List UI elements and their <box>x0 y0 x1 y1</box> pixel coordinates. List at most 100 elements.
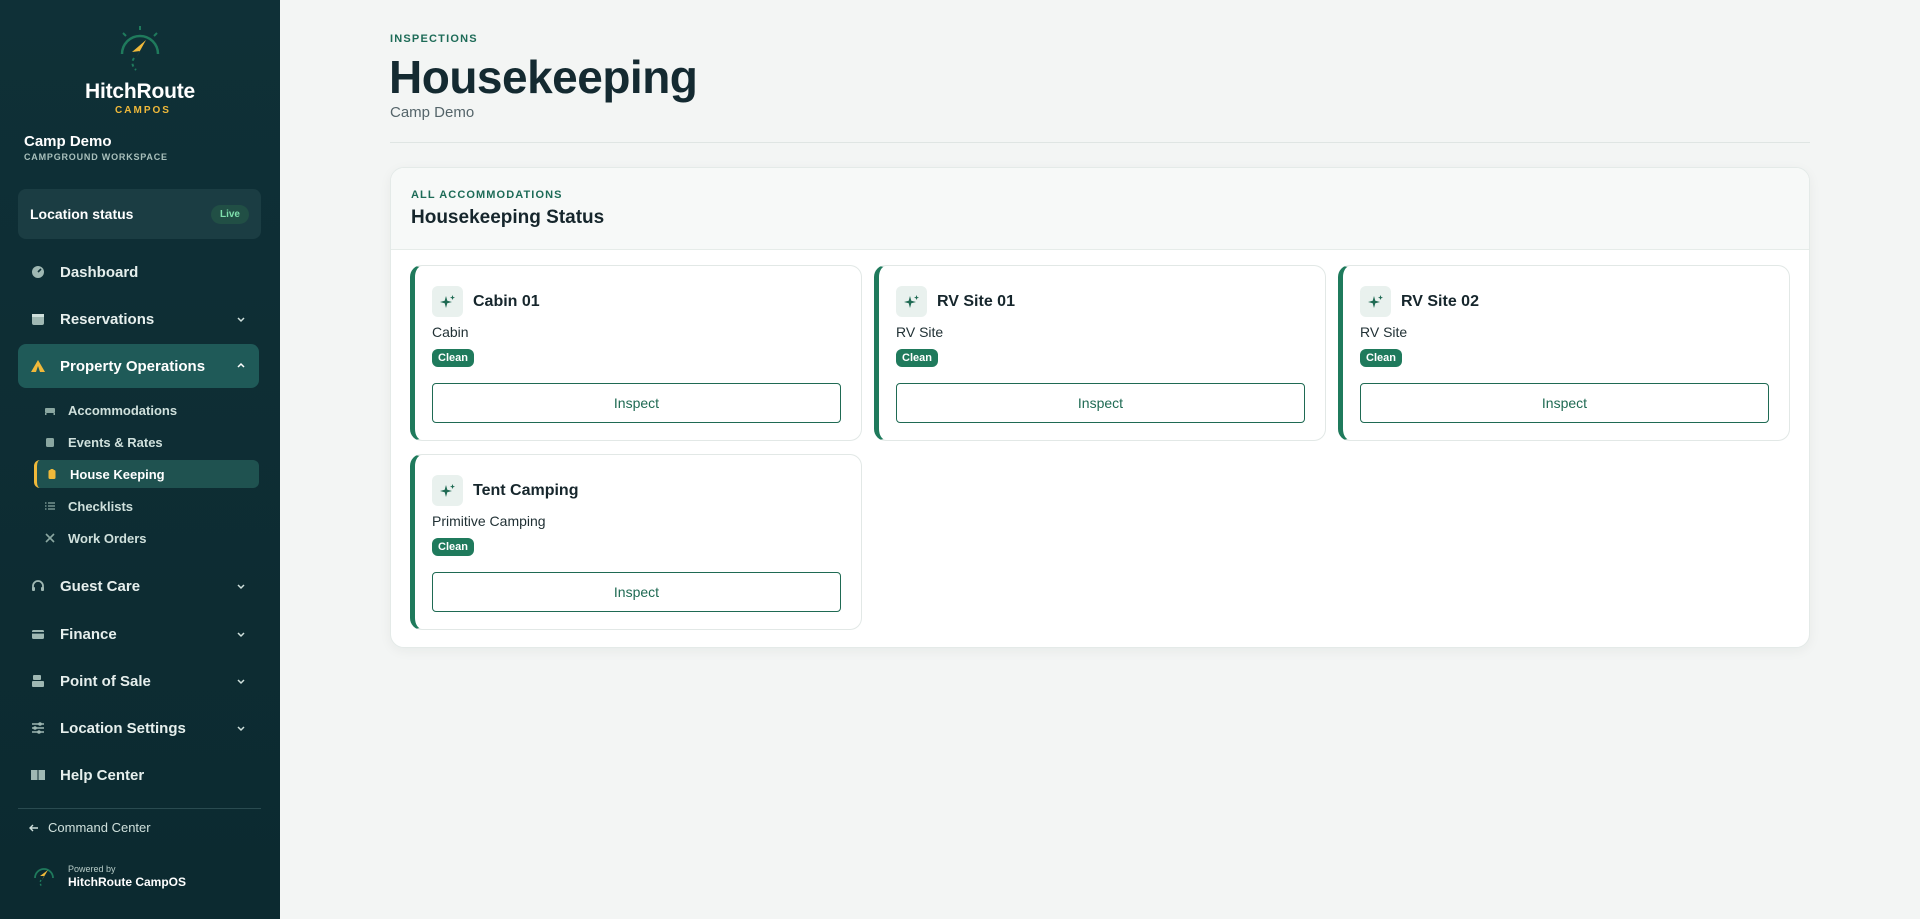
subnav-checklists[interactable]: Checklists <box>34 492 259 520</box>
powered-by-label: Powered by <box>68 863 116 874</box>
workspace-subtitle: CAMPGROUND WORKSPACE <box>24 152 168 162</box>
card-title: RV Site 02 <box>1401 292 1479 310</box>
nav-finance[interactable]: Finance <box>18 612 259 656</box>
command-center-label: Command Center <box>48 820 151 835</box>
card-type: Cabin <box>432 324 469 340</box>
nav-guest-care[interactable]: Guest Care <box>18 564 259 608</box>
wallet-icon <box>30 626 46 642</box>
compass-logo-icon <box>120 26 160 71</box>
housekeeping-panel: ALL ACCOMMODATIONS Housekeeping Status C… <box>390 167 1810 648</box>
nav-dashboard[interactable]: Dashboard <box>18 250 259 294</box>
chevron-down-icon <box>235 580 247 592</box>
status-badge: Clean <box>432 538 474 556</box>
accommodation-card: RV Site 02 RV Site Clean Inspect <box>1338 265 1790 441</box>
nav-reservations-label: Reservations <box>60 310 155 328</box>
book-icon <box>30 767 46 783</box>
sparkle-icon <box>1360 286 1391 317</box>
card-title: RV Site 01 <box>937 292 1015 310</box>
nav-finance-label: Finance <box>60 625 117 643</box>
chevron-down-icon <box>235 722 247 734</box>
card-header: RV Site 01 <box>896 286 1015 317</box>
nav-point-of-sale[interactable]: Point of Sale <box>18 659 259 703</box>
page-title: Housekeeping <box>389 51 698 103</box>
subnav-work-orders-label: Work Orders <box>68 530 147 546</box>
bed-icon <box>44 404 56 416</box>
card-header: RV Site 02 <box>1360 286 1479 317</box>
panel-title: Housekeeping Status <box>411 207 605 228</box>
calendar-small-icon <box>44 436 56 448</box>
chevron-down-icon <box>235 675 247 687</box>
location-status-label: Location status <box>30 206 134 222</box>
tools-icon <box>44 532 56 544</box>
nav-help-center[interactable]: Help Center <box>18 753 259 797</box>
nav-location-settings-label: Location Settings <box>60 719 186 737</box>
subnav-work-orders[interactable]: Work Orders <box>34 524 259 552</box>
accommodation-card: RV Site 01 RV Site Clean Inspect <box>874 265 1326 441</box>
page-eyebrow: INSPECTIONS <box>390 33 478 45</box>
nav-guest-care-label: Guest Care <box>60 577 141 595</box>
subnav-accommodations[interactable]: Accommodations <box>34 396 259 424</box>
calendar-icon <box>30 311 46 327</box>
subnav-events-rates-label: Events & Rates <box>68 434 163 450</box>
list-icon <box>44 500 56 512</box>
headset-icon <box>30 578 46 594</box>
panel-eyebrow: ALL ACCOMMODATIONS <box>411 189 563 201</box>
chevron-down-icon <box>235 313 247 325</box>
workspace-info: Camp Demo CAMPGROUND WORKSPACE <box>24 133 168 162</box>
inspect-button[interactable]: Inspect <box>432 383 841 423</box>
powered-by-product: HitchRoute CampOS <box>68 874 187 889</box>
chevron-up-icon <box>235 360 247 372</box>
card-type: Primitive Camping <box>432 513 546 529</box>
nav-property-operations[interactable]: Property Operations <box>18 344 259 388</box>
clipboard-icon <box>46 468 58 480</box>
accommodation-card: Cabin 01 Cabin Clean Inspect <box>410 265 862 441</box>
sliders-icon <box>30 720 46 736</box>
subnav-house-keeping[interactable]: House Keeping <box>34 460 259 488</box>
card-title: Cabin 01 <box>473 292 540 310</box>
sidebar-divider <box>18 808 261 809</box>
register-icon <box>30 673 46 689</box>
sparkle-icon <box>432 286 463 317</box>
powered-by: Powered by HitchRoute CampOS <box>30 862 186 890</box>
sparkle-icon <box>896 286 927 317</box>
subnav-checklists-label: Checklists <box>68 498 134 514</box>
panel-header: ALL ACCOMMODATIONS Housekeeping Status <box>391 168 1809 250</box>
nav-help-center-label: Help Center <box>60 766 145 784</box>
logo[interactable]: HitchRoute CAMPOS <box>0 24 280 116</box>
card-header: Tent Camping <box>432 475 578 506</box>
workspace-name: Camp Demo <box>24 133 112 150</box>
nav-point-of-sale-label: Point of Sale <box>60 672 151 690</box>
status-badge: Clean <box>432 349 474 367</box>
nav-location-settings[interactable]: Location Settings <box>18 706 259 750</box>
inspect-button[interactable]: Inspect <box>896 383 1305 423</box>
header-divider <box>390 142 1810 143</box>
command-center-link[interactable]: Command Center <box>28 820 151 835</box>
card-header: Cabin 01 <box>432 286 540 317</box>
nav-property-operations-label: Property Operations <box>60 357 206 375</box>
card-type: RV Site <box>896 324 944 340</box>
nav-dashboard-label: Dashboard <box>60 263 139 281</box>
inspect-button[interactable]: Inspect <box>1360 383 1769 423</box>
status-badge: Clean <box>896 349 938 367</box>
chevron-down-icon <box>235 628 247 640</box>
arrow-left-icon <box>28 822 40 834</box>
status-badge: Clean <box>1360 349 1402 367</box>
subnav-events-rates[interactable]: Events & Rates <box>34 428 259 456</box>
sidebar: HitchRoute CAMPOS Camp Demo CAMPGROUND W… <box>0 0 280 919</box>
brand-subtitle: CAMPOS <box>115 105 171 116</box>
sparkle-icon <box>432 475 463 506</box>
location-status[interactable]: Location status Live <box>18 189 261 239</box>
card-type: RV Site <box>1360 324 1408 340</box>
inspect-button[interactable]: Inspect <box>432 572 841 612</box>
compass-logo-small-icon <box>34 868 54 888</box>
dashboard-icon <box>30 264 46 280</box>
tent-icon <box>30 358 46 374</box>
brand-name: HitchRoute <box>85 80 195 103</box>
live-badge: Live <box>210 204 249 224</box>
nav-reservations[interactable]: Reservations <box>18 297 259 341</box>
subnav-accommodations-label: Accommodations <box>68 402 178 418</box>
accommodation-card: Tent Camping Primitive Camping Clean Ins… <box>410 454 862 630</box>
page-subtitle: Camp Demo <box>390 104 475 121</box>
card-title: Tent Camping <box>473 481 579 499</box>
subnav-house-keeping-label: House Keeping <box>70 466 165 482</box>
